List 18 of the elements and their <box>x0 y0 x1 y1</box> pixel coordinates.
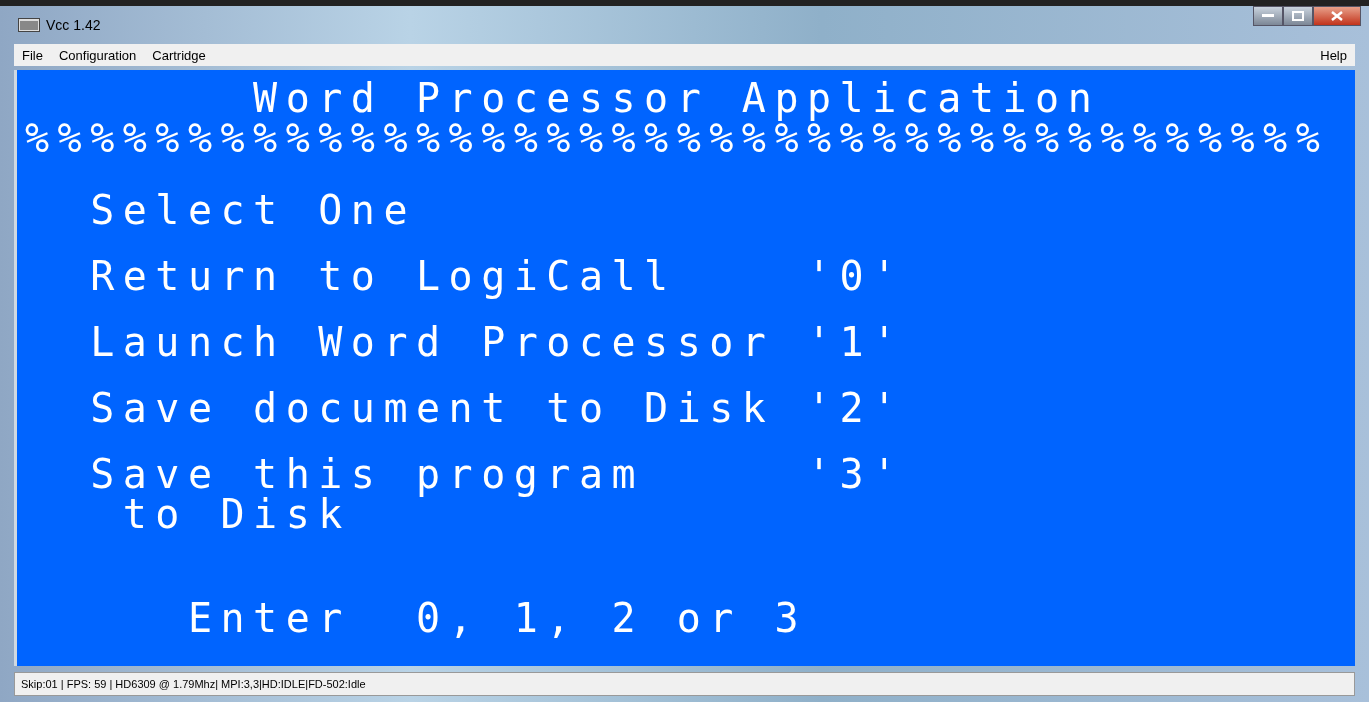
screen-text: Enter 0, 1, 2 or 3 <box>186 596 808 640</box>
menu-item[interactable]: Cartridge <box>152 47 206 63</box>
screen-text: Return to LogiCall '0' <box>89 254 906 298</box>
maximize-button[interactable] <box>1283 6 1313 26</box>
window-title: Vcc 1.42 <box>46 17 101 33</box>
menu-item[interactable]: Configuration <box>58 47 137 63</box>
screen-text: Save document to Disk '2' <box>89 386 906 430</box>
close-icon <box>1331 11 1343 21</box>
minimize-icon <box>1262 14 1274 18</box>
maximize-icon <box>1292 11 1304 21</box>
status-bar: Skip:01 | FPS: 59 | HD6309 @ 1.79Mhz| MPI:3,3|HD:IDLE|FD-502:Idle <box>14 672 1355 696</box>
menu-item[interactable]: Help <box>1320 47 1347 63</box>
menu-item[interactable]: File <box>22 47 43 63</box>
minimize-button[interactable] <box>1253 6 1283 26</box>
close-button[interactable] <box>1313 6 1361 26</box>
window-icon <box>18 18 40 32</box>
screen-text: Launch Word Processor '1' <box>89 320 906 364</box>
screen-text: Select One <box>89 188 417 232</box>
